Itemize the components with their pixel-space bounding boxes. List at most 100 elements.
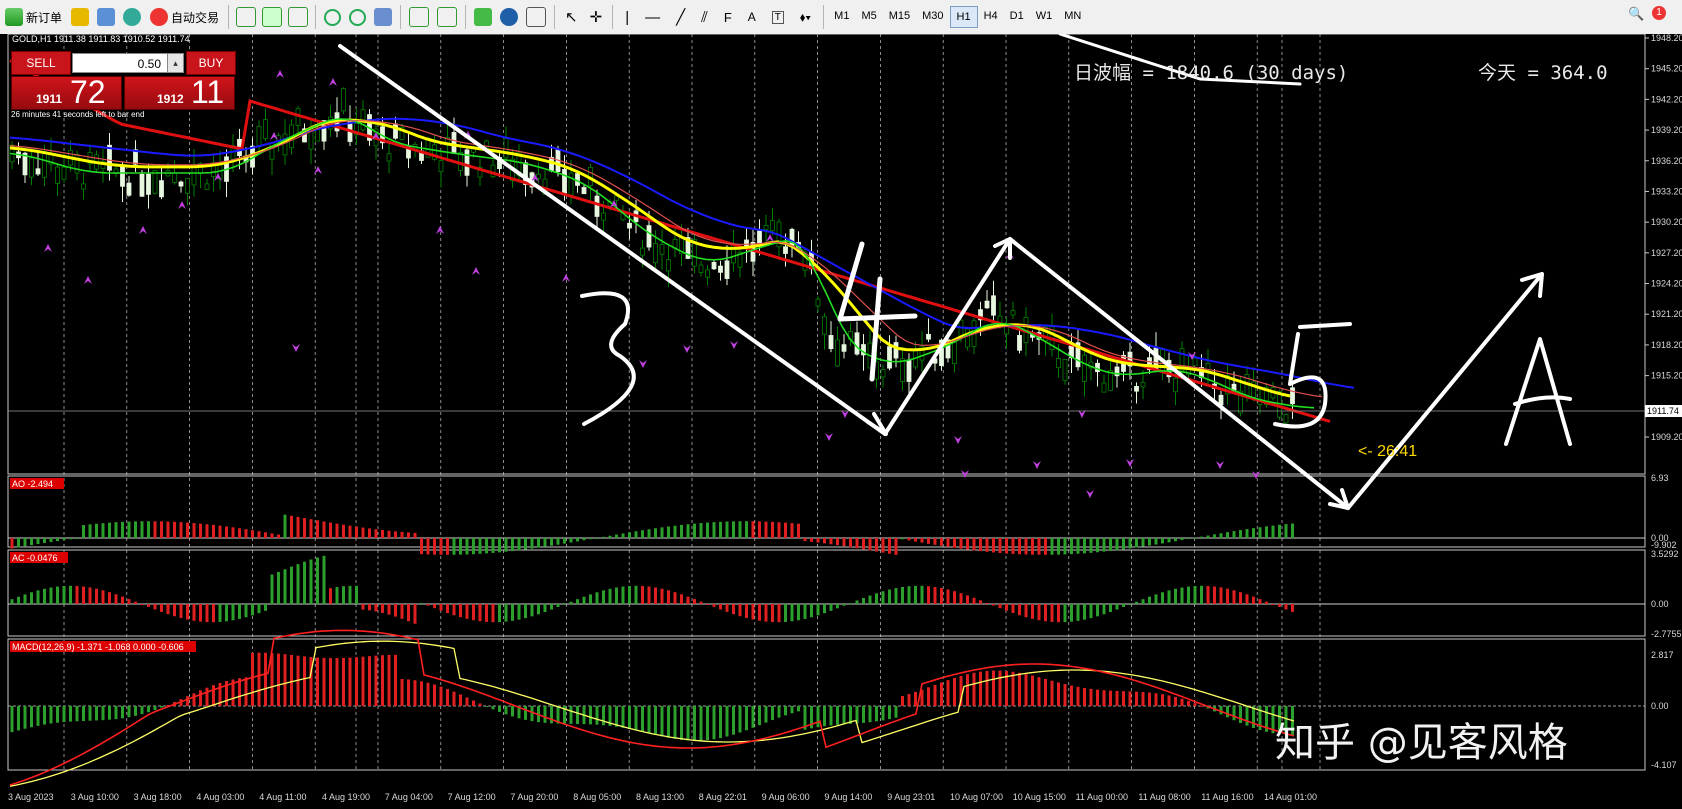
timeframe-h1[interactable]: H1 xyxy=(949,6,978,28)
timeframe-m30[interactable]: M30 xyxy=(916,6,949,26)
chart-shift-icon[interactable] xyxy=(437,7,458,27)
sell-price-button[interactable]: 1911 72 xyxy=(11,75,122,110)
text-tool-icon[interactable]: A xyxy=(748,10,756,24)
zoom-in-icon[interactable] xyxy=(324,8,342,26)
time-tick-label: 10 Aug 15:00 xyxy=(1013,792,1066,802)
ac-bar xyxy=(810,604,813,618)
text-label-icon[interactable]: T xyxy=(771,10,784,24)
search-icon[interactable]: 🔍 xyxy=(1628,6,1644,22)
macd-bar xyxy=(303,656,306,706)
time-tick-label: 3 Aug 10:00 xyxy=(71,792,119,802)
candle-body xyxy=(1140,382,1146,388)
notification-icon[interactable]: 1 xyxy=(1652,6,1666,20)
macd-bar xyxy=(1252,706,1255,728)
candlestick-icon[interactable] xyxy=(262,7,283,27)
candle-body xyxy=(659,244,665,255)
trendline-icon[interactable]: ╱ xyxy=(676,8,685,26)
ac-bar xyxy=(862,597,865,604)
cursor-icon[interactable]: ↖ xyxy=(565,8,578,26)
ao-bar xyxy=(517,538,521,551)
horizontal-line-icon[interactable]: — xyxy=(645,9,660,26)
candle-body xyxy=(503,138,509,159)
macd-bar xyxy=(1024,674,1028,706)
timeframe-h4[interactable]: H4 xyxy=(978,6,1004,26)
auto-trading-button[interactable]: 自动交易 xyxy=(145,4,224,30)
candle-body xyxy=(341,88,346,112)
ac-bar xyxy=(179,604,183,619)
daily-range-text: 日波幅 = 1840.6 (30 days) xyxy=(1074,62,1348,84)
timeframe-d1[interactable]: D1 xyxy=(1004,6,1030,26)
sell-button[interactable]: SELL xyxy=(11,51,71,75)
timeframe-m1[interactable]: M1 xyxy=(828,6,855,26)
macd-bar xyxy=(1122,691,1125,706)
candle-body xyxy=(464,149,470,176)
periods-icon[interactable] xyxy=(500,8,519,26)
ao-bar xyxy=(459,538,462,555)
macd-bar xyxy=(680,706,683,740)
macd-bar xyxy=(550,706,553,724)
ao-bar xyxy=(1057,538,1060,555)
macd-bar xyxy=(732,706,735,735)
chart-area[interactable]: 1948.20 1945.20 1942.20 1939.20 1936.20 1933.… xyxy=(0,34,1682,809)
crosshair-icon[interactable]: ✛ xyxy=(590,8,603,26)
timeframe-m15[interactable]: M15 xyxy=(883,6,916,26)
line-chart-icon[interactable] xyxy=(288,7,309,27)
ao-bar xyxy=(75,538,79,539)
bar-chart-icon[interactable] xyxy=(236,7,257,27)
ao-bar xyxy=(816,538,820,543)
ao-bar xyxy=(589,538,592,540)
macd-bar xyxy=(1070,685,1073,706)
ac-bar xyxy=(1161,592,1164,604)
buy-button[interactable]: BUY xyxy=(186,51,236,75)
macd-bar xyxy=(140,706,144,715)
indicators-icon[interactable] xyxy=(474,8,493,26)
ao-bar xyxy=(485,538,488,554)
candle-body xyxy=(991,295,996,316)
lot-increase-button[interactable]: ▴ xyxy=(167,53,184,73)
navigator-icon[interactable] xyxy=(97,8,116,26)
macd-bar xyxy=(335,658,339,706)
candle-body xyxy=(282,133,288,156)
ac-bar xyxy=(537,604,540,615)
candle-body xyxy=(1134,386,1139,392)
ac-bar xyxy=(1089,604,1093,619)
buy-price-button[interactable]: 1912 11 xyxy=(124,75,235,110)
toolbar-separator xyxy=(315,5,317,29)
symbol-header: GOLD,H1 1911.38 1911.83 1910.52 1911.74 xyxy=(12,34,190,44)
ac-bar xyxy=(608,588,612,604)
vertical-line-icon[interactable]: | xyxy=(625,9,629,26)
ac-bar xyxy=(400,604,404,619)
candle-body xyxy=(601,212,606,221)
ac-bar xyxy=(446,604,449,614)
signals-icon[interactable] xyxy=(123,8,142,26)
ac-bar xyxy=(1011,604,1015,614)
macd-bar xyxy=(621,706,625,728)
ao-bar xyxy=(413,532,417,538)
fibonacci-icon[interactable]: F xyxy=(724,10,732,25)
macd-bar xyxy=(1089,688,1093,706)
ao-bar xyxy=(537,538,540,548)
timeframe-m5[interactable]: M5 xyxy=(855,6,882,26)
macd-bar xyxy=(543,706,547,723)
timeframe-mn[interactable]: MN xyxy=(1058,6,1087,26)
macd-bar xyxy=(1102,690,1106,706)
toolbar-separator xyxy=(228,5,230,29)
macd-bar xyxy=(192,693,196,706)
ac-bar xyxy=(296,564,300,604)
zoom-out-icon[interactable] xyxy=(349,8,367,26)
arrows-icon[interactable]: ⬧▾ xyxy=(800,10,811,25)
ac-bar xyxy=(56,586,59,604)
metaeditor-icon[interactable] xyxy=(71,8,90,26)
macd-bar xyxy=(69,706,72,722)
channel-icon[interactable]: ⫽ xyxy=(701,9,708,26)
ac-bar xyxy=(212,604,215,623)
tile-windows-icon[interactable] xyxy=(374,8,393,26)
templates-icon[interactable] xyxy=(526,7,547,27)
ao-bar xyxy=(1154,538,1158,545)
ac-bar xyxy=(277,571,280,604)
auto-scroll-icon[interactable] xyxy=(409,7,430,27)
timeframe-w1[interactable]: W1 xyxy=(1030,6,1059,26)
ao-bar xyxy=(108,522,111,538)
new-order-button[interactable]: 新订单 xyxy=(0,4,67,30)
ac-bar xyxy=(797,604,800,621)
